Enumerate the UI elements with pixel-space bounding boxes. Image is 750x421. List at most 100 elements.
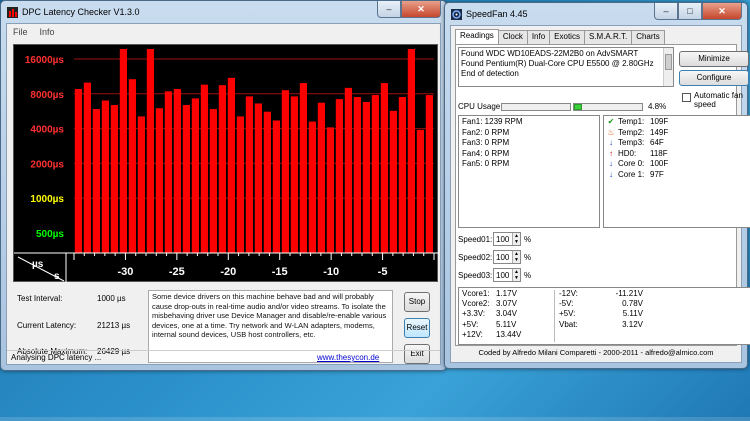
log-line: Found WDC WD10EADS-22M2B0 on AdvSMART (461, 49, 639, 58)
spinner-arrows-icon[interactable]: ▲ ▼ (512, 269, 520, 281)
voltages-left: Vcore1: 1.17V Vcore2: 3.07V +3.3V: 3.04V +5… (462, 289, 546, 340)
spinner-arrows-icon[interactable]: ▲ ▼ (512, 233, 520, 245)
temp-value: 64F (650, 138, 664, 148)
detection-log: Found WDC WD10EADS-22M2B0 on AdvSMART Fo… (458, 47, 674, 87)
speed-unit: % (524, 252, 532, 262)
sf-minimize-button[interactable]: – (654, 3, 678, 20)
voltages-right: -12V: -11.21V -5V: 0.78V +5V: 5.11V Vbat: 3.… (559, 289, 643, 330)
latency-bar (236, 116, 244, 253)
speedfan-app-icon (451, 8, 462, 20)
latency-bar (173, 89, 181, 253)
spinner-arrows-icon[interactable]: ▲ ▼ (512, 251, 520, 263)
speed-label: Speed01: (458, 234, 493, 244)
menu-file[interactable]: File (13, 27, 28, 37)
tab-charts[interactable]: Charts (631, 30, 665, 44)
cpu-usage-bar-1 (501, 103, 571, 111)
dpc-app-icon (7, 6, 18, 18)
fan-reading: Fan2: 0 RPM (462, 127, 510, 137)
latency-bar (119, 49, 127, 253)
voltage-value: 3.04V (496, 309, 517, 319)
dpc-titlebar[interactable]: DPC Latency Checker V1.3.0 – ✕ (1, 1, 446, 23)
speed01-spinner[interactable]: 100 ▲ ▼ (493, 232, 521, 246)
latency-bar (416, 129, 424, 253)
latency-bar (299, 83, 307, 253)
dpc-window: DPC Latency Checker V1.3.0 – ✕ File Info… (0, 0, 447, 371)
thesycon-link[interactable]: www.thesycon.de (317, 351, 379, 364)
auto-fan-checkbox[interactable] (682, 93, 691, 102)
tab-readings[interactable]: Readings (455, 29, 499, 45)
latency-bar (191, 98, 199, 253)
y-tick-label: 1000µs (30, 194, 64, 205)
speed03-spinner[interactable]: 100 ▲ ▼ (493, 268, 521, 282)
fan-reading: Fan1: 1239 RPM (462, 117, 523, 126)
arrow-down-icon: ↓ (609, 138, 613, 148)
close-button[interactable]: ✕ (401, 1, 441, 18)
temp-row: ↓ Core 0: 100F (606, 159, 748, 170)
dpc-menubar: File Info (7, 24, 440, 40)
voltage-label: +5V: (559, 309, 576, 319)
latency-bar (83, 82, 91, 254)
y-tick-label: 500µs (36, 229, 64, 240)
sf-maximize-button[interactable]: □ (678, 3, 702, 20)
stop-button[interactable]: Stop (404, 292, 430, 312)
voltage-value: 3.07V (496, 299, 517, 309)
speed-value: 100 (496, 252, 510, 262)
check-icon: ✔ (607, 117, 615, 127)
x-tick-label: -20 (220, 266, 236, 278)
temp-value: 100F (650, 159, 669, 169)
temps-list: ✔ Temp1: 109F ♨ Temp2: 149F ↓ Temp3: 64F ↑ HD0:… (603, 115, 750, 228)
latency-bar (353, 97, 361, 253)
test-interval-label: Test Interval: (17, 294, 63, 303)
latency-bar (371, 95, 379, 253)
sf-close-button[interactable]: ✕ (702, 3, 742, 20)
voltage-label: Vcore1: (462, 289, 490, 298)
tab-clock[interactable]: Clock (497, 30, 528, 44)
test-interval-value: 1000 µs (97, 294, 126, 303)
tab-smart[interactable]: S.M.A.R.T. (583, 30, 633, 44)
log-scrollbar[interactable] (663, 48, 673, 86)
temp-label: Core 1: (618, 169, 645, 179)
latency-bar (398, 97, 406, 253)
speedfan-titlebar[interactable]: SpeedFan 4.45 – □ ✕ (445, 3, 747, 25)
speed-unit: % (524, 234, 532, 244)
desktop-edge (0, 417, 750, 421)
voltage-label: +12V: (462, 329, 483, 339)
latency-bar (164, 91, 172, 253)
voltages-panel: Vcore1: 1.17V Vcore2: 3.07V +3.3V: 3.04V +5… (458, 287, 750, 345)
temp-row: ♨ Temp2: 149F (606, 128, 748, 139)
tab-exotics[interactable]: Exotics (549, 30, 585, 44)
menu-info[interactable]: Info (40, 27, 55, 37)
temp-row: ↑ HD0: 118F (606, 149, 748, 160)
speed-value: 100 (496, 270, 510, 280)
arrow-down-icon: ↓ (609, 169, 613, 179)
speed02-spinner[interactable]: 100 ▲ ▼ (493, 250, 521, 264)
x-tick-label: -30 (117, 266, 133, 278)
latency-bar (227, 77, 235, 253)
latency-bar (209, 109, 217, 253)
latency-bar (290, 96, 298, 254)
latency-bar (245, 96, 253, 254)
latency-bar (254, 103, 262, 253)
current-latency-label: Current Latency: (17, 321, 77, 330)
voltage-value: 13.44V (496, 329, 522, 339)
y-tick-label: 4000µs (30, 125, 64, 136)
temp-label: HD0: (618, 148, 637, 158)
dpc-title: DPC Latency Checker V1.3.0 (22, 7, 140, 17)
x-unit-label: s (54, 271, 60, 282)
log-line: Found Pentium(R) Dual-Core CPU E5500 @ 2… (461, 59, 654, 68)
minimize-to-tray-button[interactable]: Minimize (679, 51, 749, 67)
voltage-label: +5V: (462, 319, 479, 329)
x-tick-label: -5 (378, 266, 388, 278)
latency-bar (182, 105, 190, 253)
configure-button[interactable]: Configure (679, 70, 749, 86)
temp-label: Temp3: (618, 138, 645, 148)
dpc-client: File Info 16000µs 8000µs 4000µs 2000µs 1000µ… (6, 23, 441, 365)
latency-bar (308, 121, 316, 253)
tab-info[interactable]: Info (526, 30, 551, 44)
readings-panel: Found WDC WD10EADS-22M2B0 on AdvSMART Fo… (455, 44, 750, 346)
speedfan-title: SpeedFan 4.45 (466, 9, 528, 19)
minimize-button[interactable]: – (377, 1, 401, 18)
reset-button[interactable]: Reset (404, 318, 430, 338)
latency-bar (389, 110, 397, 253)
latency-bar (344, 87, 352, 253)
